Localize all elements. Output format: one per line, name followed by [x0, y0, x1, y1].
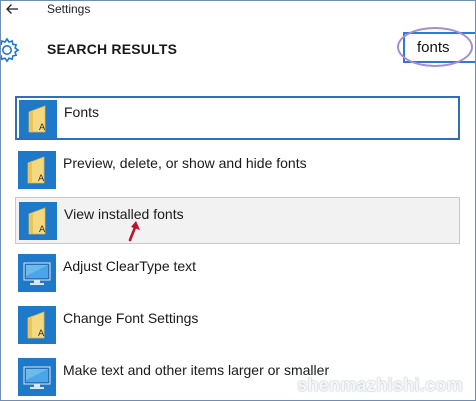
- result-item-preview-fonts[interactable]: A Preview, delete, or show and hide font…: [15, 148, 460, 192]
- monitor-icon: [18, 358, 56, 396]
- result-label: Preview, delete, or show and hide fonts: [63, 155, 307, 171]
- window-title: Settings: [47, 2, 91, 16]
- gear-icon: [1, 37, 20, 63]
- back-arrow-icon[interactable]: [4, 1, 20, 17]
- svg-text:A: A: [38, 174, 45, 184]
- result-label: Adjust ClearType text: [63, 258, 197, 274]
- result-label: View installed fonts: [64, 206, 184, 222]
- monitor-icon: [18, 254, 56, 292]
- result-item-fonts[interactable]: A Fonts: [15, 96, 460, 140]
- search-results-heading: SEARCH RESULTS: [47, 41, 178, 57]
- result-label: Make text and other items larger or smal…: [63, 362, 330, 378]
- result-item-view-installed-fonts[interactable]: A View installed fonts: [15, 197, 460, 244]
- result-item-change-font-settings[interactable]: A Change Font Settings: [15, 303, 460, 347]
- result-label: Change Font Settings: [63, 310, 199, 326]
- watermark-text: shenmazhishi.com: [297, 375, 463, 395]
- title-bar: Settings: [1, 1, 475, 21]
- folder-icon: A: [19, 202, 57, 240]
- svg-text:A: A: [39, 225, 46, 235]
- annotation-arrow-icon: [128, 221, 140, 242]
- folder-icon: A: [18, 151, 56, 189]
- folder-icon: A: [19, 100, 57, 138]
- svg-text:A: A: [38, 329, 45, 339]
- search-input-value: fonts: [417, 39, 450, 56]
- folder-icon: A: [18, 306, 56, 344]
- settings-window: Settings SEARCH RESULTS fonts A Fonts A: [0, 0, 476, 401]
- search-input[interactable]: fonts: [403, 32, 475, 63]
- result-item-cleartype[interactable]: Adjust ClearType text: [15, 251, 460, 295]
- result-label: Fonts: [64, 104, 100, 120]
- svg-text:A: A: [39, 123, 46, 133]
